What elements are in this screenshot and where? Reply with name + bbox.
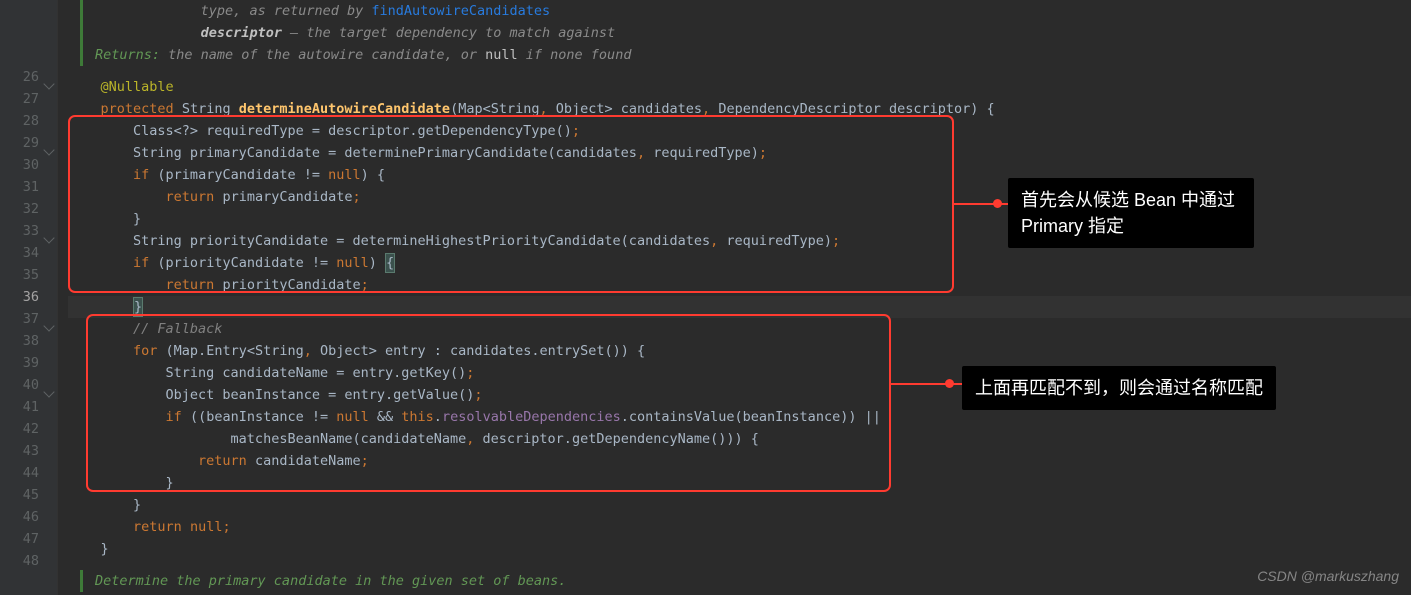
code-line[interactable]: return candidateName; [68,450,1411,472]
fold-marker-icon[interactable] [43,78,54,89]
code-line[interactable]: @Nullable [68,76,1411,98]
line-number: 44 [0,462,39,484]
doc-null: null [485,47,518,63]
javadoc-block-bottom: Determine the primary candidate in the g… [80,570,1411,592]
line-number: 45 [0,484,39,506]
line-number: 37 [0,308,39,330]
doc-summary: Determine the primary candidate in the g… [95,573,566,589]
line-number: 31 [0,176,39,198]
line-number: 38 [0,330,39,352]
javadoc-block: type, as returned by findAutowireCandida… [80,0,1411,66]
matched-brace: } [133,297,143,317]
code-editor[interactable]: type, as returned by findAutowireCandida… [58,0,1411,595]
line-number: 35 [0,264,39,286]
fold-marker-icon[interactable] [43,144,54,155]
line-number: 46 [0,506,39,528]
line-number: 41 [0,396,39,418]
code-line-current[interactable]: } [68,296,1411,318]
line-number: 28 [0,110,39,132]
line-number: 32 [0,198,39,220]
fold-marker-icon[interactable] [43,320,54,331]
annotation-callout-2: 上面再匹配不到，则会通过名称匹配 [962,366,1276,410]
code-line[interactable]: // Fallback [68,318,1411,340]
line-number: 34 [0,242,39,264]
line-number: 43 [0,440,39,462]
doc-link[interactable]: findAutowireCandidates [371,3,550,19]
line-number-gutter: 26 27 28 29 30 31 32 33 34 35 36 37 38 3… [0,0,58,595]
line-number: 26 [0,66,39,88]
line-number: 42 [0,418,39,440]
fold-marker-icon[interactable] [43,232,54,243]
callout-dot-icon [993,199,1002,208]
annotation-callout-1: 首先会从候选 Bean 中通过 Primary 指定 [1008,178,1254,248]
line-number-current: 36 [0,286,39,308]
doc-returns-suffix: if none found [518,47,632,63]
code-line[interactable]: } [68,472,1411,494]
code-line[interactable]: } [68,538,1411,560]
line-number: 29 [0,132,39,154]
line-number: 39 [0,352,39,374]
doc-returns-text: the name of the autowire candidate, or [168,47,485,63]
doc-param-desc: – the target dependency to match against [282,25,615,41]
line-number: 47 [0,528,39,550]
line-number: 33 [0,220,39,242]
code-line[interactable]: Class<?> requiredType = descriptor.getDe… [68,120,1411,142]
line-number: 27 [0,88,39,110]
code-line[interactable]: } [68,494,1411,516]
line-number: 48 [0,550,39,572]
code-line[interactable]: matchesBeanName(candidateName, descripto… [68,428,1411,450]
code-line[interactable]: return priorityCandidate; [68,274,1411,296]
code-line[interactable]: protected String determineAutowireCandid… [68,98,1411,120]
line-number: 30 [0,154,39,176]
callout-connector-line [891,383,966,385]
code-line[interactable]: if (priorityCandidate != null) { [68,252,1411,274]
fold-marker-icon[interactable] [43,386,54,397]
doc-param-name: descriptor [201,25,282,41]
callout-dot-icon [945,379,954,388]
line-number: 40 [0,374,39,396]
watermark: CSDN @markuszhang [1257,565,1399,587]
code-line[interactable]: return null; [68,516,1411,538]
doc-returns-label: Returns: [95,47,168,63]
matched-brace: { [385,253,395,273]
doc-text: type, as returned by [201,3,372,19]
code-line[interactable]: for (Map.Entry<String, Object> entry : c… [68,340,1411,362]
code-line[interactable]: String primaryCandidate = determinePrima… [68,142,1411,164]
